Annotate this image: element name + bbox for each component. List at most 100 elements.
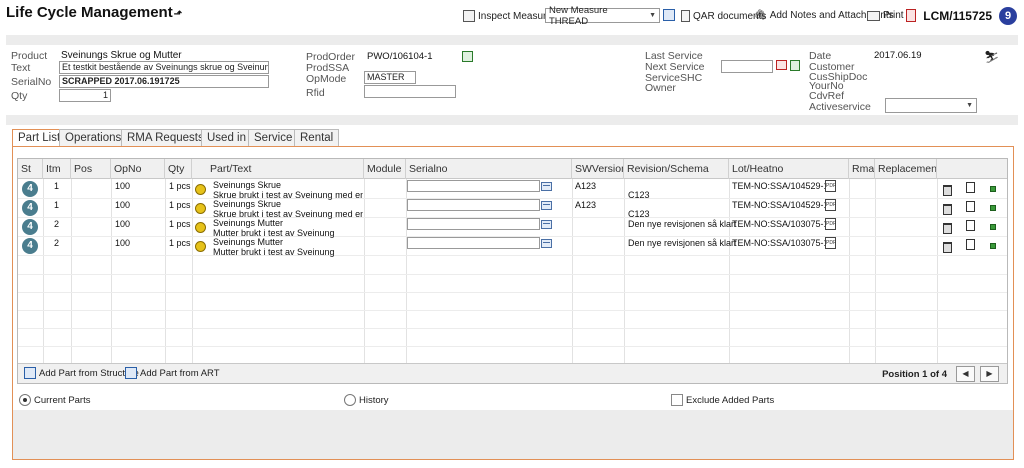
col-revision-schema[interactable]: Revision/Schema bbox=[624, 159, 729, 179]
product-link[interactable]: Sveinungs Skrue og Mutter bbox=[61, 50, 182, 61]
col-serialno[interactable]: Serialno bbox=[406, 159, 572, 179]
calendar-icon[interactable] bbox=[541, 201, 552, 210]
tab-rental[interactable]: Rental bbox=[294, 129, 340, 146]
add-part-from-structure-label: Add Part from Structure bbox=[39, 367, 139, 379]
inspect-measures-button[interactable]: Inspect Measures bbox=[463, 10, 557, 22]
measure-open-icon[interactable] bbox=[663, 9, 675, 21]
walking-person-icon[interactable]: ⛷ bbox=[984, 50, 999, 64]
col-rma[interactable]: Rma bbox=[849, 159, 875, 179]
document-icon[interactable] bbox=[966, 182, 975, 193]
text-field[interactable]: Et testkit bestående av Sveinungs skrue … bbox=[59, 61, 269, 74]
next-service-field[interactable] bbox=[721, 60, 773, 73]
gear-icon bbox=[195, 203, 206, 214]
col-replacement[interactable]: Replacement bbox=[875, 159, 937, 179]
pdf-icon[interactable]: PDF bbox=[825, 199, 836, 211]
pdf-icon[interactable]: PDF bbox=[825, 218, 836, 230]
qty-cell: 1 pcs bbox=[169, 181, 191, 191]
status-badge: 4 bbox=[22, 238, 38, 254]
document-icon[interactable] bbox=[966, 239, 975, 250]
col-pos[interactable]: Pos bbox=[71, 159, 111, 179]
status-dot-icon[interactable] bbox=[990, 243, 996, 249]
document-icon[interactable] bbox=[966, 220, 975, 231]
add-part-from-structure-button[interactable]: Add Part from Structure bbox=[24, 367, 139, 379]
next-button[interactable]: ▶ bbox=[980, 366, 999, 382]
activeservice-label: Activeservice bbox=[809, 101, 871, 113]
tab-operations[interactable]: Operations bbox=[59, 129, 128, 146]
trash-icon[interactable] bbox=[943, 204, 952, 215]
col-module[interactable]: Module bbox=[364, 159, 406, 179]
date-value: 2017.06.19 bbox=[874, 50, 922, 61]
status-dot-icon[interactable] bbox=[990, 205, 996, 211]
qty-field[interactable]: 1 bbox=[59, 89, 111, 102]
serialno-input[interactable] bbox=[407, 199, 540, 211]
serialno-field[interactable]: SCRAPPED 2017.06.191725 bbox=[59, 75, 269, 88]
tab-used-in[interactable]: Used in bbox=[201, 129, 252, 146]
notification-badge[interactable]: 9 bbox=[999, 7, 1017, 25]
owner-label: Owner bbox=[645, 82, 676, 94]
gear-icon bbox=[195, 184, 206, 195]
calendar-icon[interactable] bbox=[541, 220, 552, 229]
status-dot-icon[interactable] bbox=[990, 186, 996, 192]
col-swversion[interactable]: SWVersion bbox=[572, 159, 624, 179]
lot-link[interactable]: TEM-NO:SSA/104529-1 bbox=[732, 181, 829, 191]
position-indicator: Position 1 of 4 bbox=[882, 369, 947, 380]
add-part-from-art-button[interactable]: Add Part from ART bbox=[125, 367, 220, 379]
tab-service[interactable]: Service bbox=[248, 129, 299, 146]
lot-link[interactable]: TEM-NO:SSA/103075-1 bbox=[732, 238, 829, 248]
current-parts-radio[interactable] bbox=[19, 394, 31, 406]
rfid-field[interactable] bbox=[364, 85, 456, 98]
opmode-field[interactable]: MASTER bbox=[364, 71, 416, 84]
col-st[interactable]: St bbox=[18, 159, 43, 179]
grid-footer: Add Part from Structure Add Part from AR… bbox=[18, 363, 1007, 383]
part-link[interactable]: Sveinungs Skrue bbox=[213, 199, 281, 209]
part-link[interactable]: Sveinungs Skrue bbox=[213, 180, 281, 190]
calendar-icon[interactable] bbox=[541, 182, 552, 191]
lock-icon[interactable] bbox=[790, 60, 800, 71]
pdf-glyph bbox=[906, 9, 916, 22]
tab-rma-requests[interactable]: RMA Requests bbox=[121, 129, 210, 146]
trash-icon[interactable] bbox=[943, 185, 952, 196]
col-itm[interactable]: Itm bbox=[43, 159, 71, 179]
col-actions bbox=[937, 159, 1007, 179]
previous-button[interactable]: ◀ bbox=[956, 366, 975, 382]
status-badge: 4 bbox=[22, 219, 38, 235]
lot-link[interactable]: TEM-NO:SSA/103075-1 bbox=[732, 219, 829, 229]
history-radio[interactable] bbox=[344, 394, 356, 406]
grid-header: St Itm Pos OpNo Qty Part/Text Module Ser… bbox=[18, 159, 1007, 179]
prodorder-link[interactable]: PWO/106104-1 bbox=[367, 51, 432, 62]
part-link[interactable]: Sveinungs Mutter bbox=[213, 218, 283, 228]
serialno-input[interactable] bbox=[407, 218, 540, 230]
col-opno[interactable]: OpNo bbox=[111, 159, 165, 179]
col-part-text[interactable]: Part/Text bbox=[192, 159, 364, 179]
qty-label: Qty bbox=[11, 90, 28, 102]
serialno-input[interactable] bbox=[407, 237, 540, 249]
qty-cell: 1 pcs bbox=[169, 238, 191, 248]
excel-icon[interactable] bbox=[462, 51, 473, 62]
activeservice-select[interactable]: ▼ bbox=[885, 98, 977, 113]
trash-icon[interactable] bbox=[943, 242, 952, 253]
measure-select[interactable]: New Measure THREAD ▼ bbox=[545, 5, 660, 27]
pdf-icon[interactable]: PDF bbox=[825, 180, 836, 192]
col-qty[interactable]: Qty bbox=[165, 159, 192, 179]
trash-icon[interactable] bbox=[943, 223, 952, 234]
itm-cell: 2 bbox=[54, 238, 60, 248]
exclude-added-parts-checkbox[interactable] bbox=[671, 394, 683, 406]
pdf-export-icon[interactable] bbox=[906, 9, 916, 22]
status-dot-icon[interactable] bbox=[990, 224, 996, 230]
calendar-icon[interactable] bbox=[541, 239, 552, 248]
paperclip-icon: 🖇 bbox=[754, 10, 767, 21]
status-badge: 4 bbox=[22, 200, 38, 216]
part-link[interactable]: Sveinungs Mutter bbox=[213, 237, 283, 247]
col-lot-heatno[interactable]: Lot/Heatno bbox=[729, 159, 849, 179]
document-icon[interactable] bbox=[966, 201, 975, 212]
pdf-icon[interactable]: PDF bbox=[825, 237, 836, 249]
exclude-added-parts-label: Exclude Added Parts bbox=[686, 395, 775, 406]
chevron-down-icon: ▼ bbox=[649, 12, 656, 19]
serialno-input[interactable] bbox=[407, 180, 540, 192]
itm-cell: 2 bbox=[54, 219, 60, 229]
lot-link[interactable]: TEM-NO:SSA/104529-1 bbox=[732, 200, 829, 210]
print-button[interactable]: Print bbox=[867, 10, 904, 21]
pin-icon[interactable]: ⬏ bbox=[174, 9, 182, 20]
calendar-icon[interactable] bbox=[776, 60, 787, 70]
current-parts-label: Current Parts bbox=[34, 395, 91, 406]
